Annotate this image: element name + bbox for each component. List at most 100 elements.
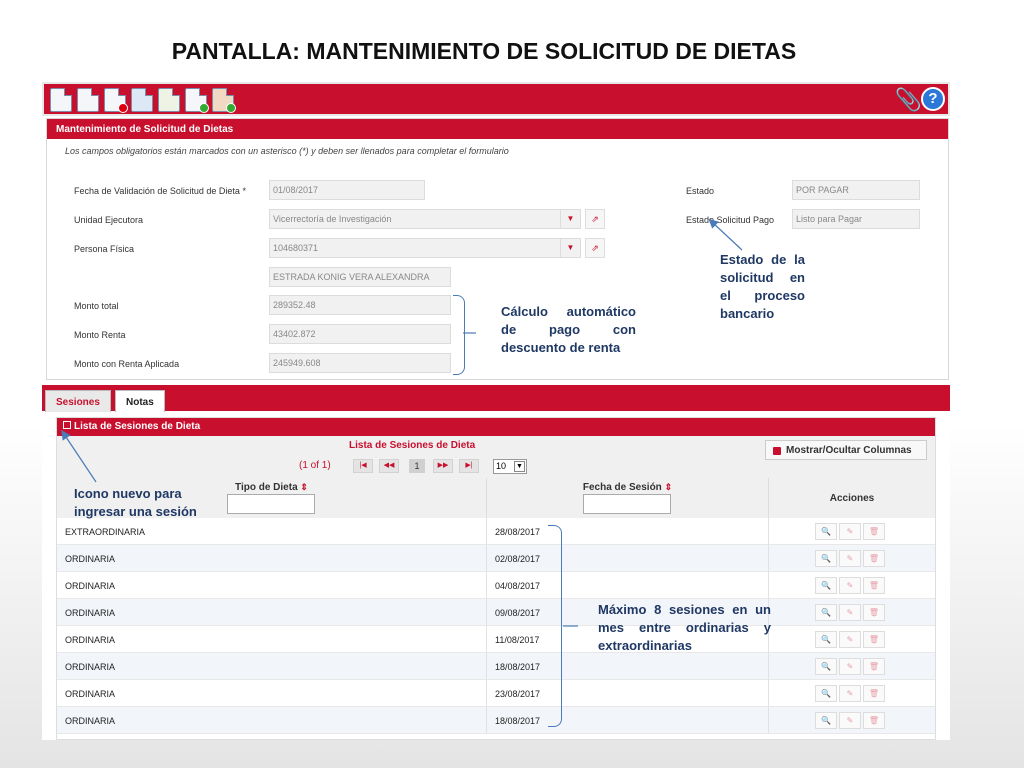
unidad-value: Vicerrectoría de Investigación (273, 214, 392, 224)
workflow-icon[interactable] (131, 88, 153, 112)
unidad-select[interactable]: Vicerrectoría de Investigación ▼ (269, 209, 581, 229)
col-tipo-title: Tipo de Dieta (235, 482, 298, 493)
dropdown-arrow-icon[interactable]: ▼ (560, 210, 580, 228)
unidad-external-icon[interactable]: ⇗ (585, 209, 605, 229)
tab-sesiones[interactable]: Sesiones (45, 390, 111, 412)
help-icon[interactable]: ? (921, 87, 945, 111)
view-icon[interactable]: 🔍 (815, 658, 837, 675)
tab-notas[interactable]: Notas (115, 390, 165, 412)
table-row[interactable]: ORDINARIA 04/08/2017 🔍 ✎ 🗑 (57, 572, 935, 599)
monto-renta-label: Monto Renta (74, 330, 126, 340)
column-divider (768, 572, 769, 599)
edit-icon[interactable]: ✎ (839, 712, 861, 729)
tipo-cell: ORDINARIA (65, 635, 116, 645)
tipo-filter-input[interactable] (227, 494, 315, 514)
fecha-cell: 11/08/2017 (495, 635, 540, 645)
next-page-button[interactable]: ▶▶ (433, 459, 453, 473)
delete-icon[interactable]: 🗑 (863, 631, 885, 648)
add-user-icon[interactable] (212, 88, 236, 113)
view-icon[interactable]: 🔍 (815, 685, 837, 702)
new-document-icon[interactable] (50, 88, 72, 112)
page-size-select[interactable]: 10 ▼ (493, 459, 527, 474)
grid-caption: Lista de Sesiones de Dieta (349, 440, 476, 451)
amounts-bracket (453, 295, 465, 375)
export-document-icon[interactable] (185, 88, 209, 113)
view-icon[interactable]: 🔍 (815, 712, 837, 729)
col-acciones-title: Acciones (829, 493, 875, 504)
table-row[interactable]: ORDINARIA 18/08/2017 🔍 ✎ 🗑 (57, 653, 935, 680)
required-note: Los campos obligatorios están marcados c… (65, 146, 509, 156)
tab-bar: Sesiones Notas (42, 385, 950, 412)
edit-icon[interactable]: ✎ (839, 523, 861, 540)
persona-value: 104680371 (273, 243, 319, 253)
column-divider (768, 518, 769, 545)
sessions-grid-panel: Lista de Sesiones de Dieta Lista de Sesi… (56, 417, 936, 740)
delete-icon[interactable]: 🗑 (863, 577, 885, 594)
sort-icon[interactable]: ⇕ (300, 482, 308, 492)
toggle-columns-button[interactable]: Mostrar/Ocultar Columnas (765, 440, 927, 460)
col-acciones-header: Acciones (769, 478, 935, 518)
monto-total-field[interactable]: 289352.48 (269, 295, 451, 315)
monto-total-label: Monto total (74, 301, 119, 311)
column-divider (486, 545, 487, 572)
persona-select[interactable]: 104680371 ▼ (269, 238, 581, 258)
prev-page-button[interactable]: ◀◀ (379, 459, 399, 473)
grid-panel-title: Lista de Sesiones de Dieta (74, 421, 201, 432)
delete-icon[interactable]: 🗑 (863, 550, 885, 567)
grid-toolbar: Lista de Sesiones de Dieta (1 of 1) |◀ ◀… (57, 436, 935, 478)
col-fecha-title: Fecha de Sesión (582, 482, 662, 493)
add-session-icon[interactable] (63, 421, 71, 429)
estado-pago-label: Estado Solicitud Pago (686, 215, 775, 225)
table-row[interactable]: ORDINARIA 11/08/2017 🔍 ✎ 🗑 (57, 626, 935, 653)
current-page[interactable]: 1 (409, 459, 425, 473)
report-icon[interactable] (158, 88, 180, 112)
view-icon[interactable]: 🔍 (815, 631, 837, 648)
view-icon[interactable]: 🔍 (815, 604, 837, 621)
view-icon[interactable]: 🔍 (815, 523, 837, 540)
delete-document-icon[interactable] (104, 88, 128, 113)
delete-icon[interactable]: 🗑 (863, 712, 885, 729)
estado-pago-field[interactable]: Listo para Pagar (792, 209, 920, 229)
edit-icon[interactable]: ✎ (839, 604, 861, 621)
estado-field[interactable]: POR PAGAR (792, 180, 920, 200)
delete-icon[interactable]: 🗑 (863, 604, 885, 621)
last-page-button[interactable]: ▶| (459, 459, 479, 473)
nombre-field[interactable]: ESTRADA KONIG VERA ALEXANDRA (269, 267, 451, 287)
delete-icon[interactable]: 🗑 (863, 523, 885, 540)
table-row[interactable]: ORDINARIA 09/08/2017 🔍 ✎ 🗑 (57, 599, 935, 626)
column-divider (768, 653, 769, 680)
tipo-cell: EXTRAORDINARIA (65, 527, 146, 537)
column-divider (486, 626, 487, 653)
table-row[interactable]: EXTRAORDINARIA 28/08/2017 🔍 ✎ 🗑 (57, 518, 935, 545)
view-icon[interactable]: 🔍 (815, 577, 837, 594)
persona-external-icon[interactable]: ⇗ (585, 238, 605, 258)
tipo-cell: ORDINARIA (65, 716, 116, 726)
first-page-button[interactable]: |◀ (353, 459, 373, 473)
table-row[interactable]: ORDINARIA 02/08/2017 🔍 ✎ 🗑 (57, 545, 935, 572)
monto-renta-field[interactable]: 43402.872 (269, 324, 451, 344)
sort-icon[interactable]: ⇕ (665, 482, 673, 492)
attach-icon[interactable]: 📎 (895, 87, 922, 113)
column-divider (486, 680, 487, 707)
edit-icon[interactable]: ✎ (839, 550, 861, 567)
monto-aplicada-field[interactable]: 245949.608 (269, 353, 451, 373)
delete-icon[interactable]: 🗑 (863, 685, 885, 702)
edit-icon[interactable]: ✎ (839, 658, 861, 675)
delete-icon[interactable]: 🗑 (863, 658, 885, 675)
edit-icon[interactable]: ✎ (839, 631, 861, 648)
edit-icon[interactable]: ✎ (839, 685, 861, 702)
col-fecha-header[interactable]: Fecha de Sesión ⇕ (487, 478, 769, 518)
monto-aplicada-label: Monto con Renta Aplicada (74, 359, 180, 369)
view-icon[interactable]: 🔍 (815, 550, 837, 567)
fecha-label: Fecha de Validación de Solicitud de Diet… (74, 186, 246, 196)
pager-count: (1 of 1) (299, 460, 331, 471)
table-row[interactable]: ORDINARIA 23/08/2017 🔍 ✎ 🗑 (57, 680, 935, 707)
table-row[interactable]: ORDINARIA 18/08/2017 🔍 ✎ 🗑 (57, 707, 935, 734)
fecha-filter-input[interactable] (583, 494, 671, 514)
tipo-cell: ORDINARIA (65, 689, 116, 699)
dropdown-arrow-icon[interactable]: ▼ (514, 461, 525, 472)
fecha-field[interactable]: 01/08/2017 (269, 180, 425, 200)
document-icon[interactable] (77, 88, 99, 112)
edit-icon[interactable]: ✎ (839, 577, 861, 594)
dropdown-arrow-icon[interactable]: ▼ (560, 239, 580, 257)
